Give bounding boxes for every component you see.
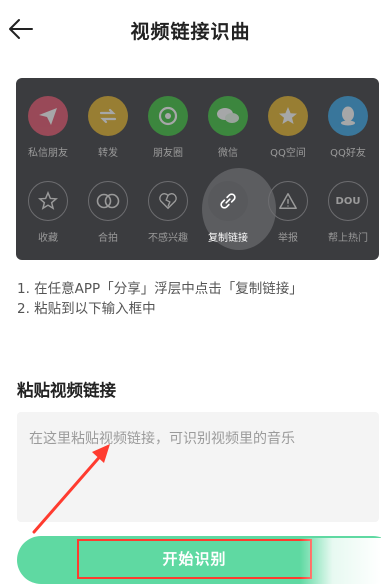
instruction-step-2: 2. 粘贴到以下输入框中: [17, 301, 156, 317]
wechat-icon: [208, 96, 248, 136]
share-panel-demo: 私信朋友 转发 朋友圈 微信 QQ空间 QQ好友 收藏 合拍 不感兴趣 复制链接…: [16, 78, 379, 260]
qq-icon: [328, 96, 368, 136]
duet-icon: [88, 181, 128, 221]
share-label: 私信朋友: [28, 148, 68, 159]
repost-icon: [88, 96, 128, 136]
video-link-input[interactable]: [17, 412, 379, 522]
link-input-label: 粘贴视频链接: [17, 381, 116, 400]
share-label: 收藏: [38, 233, 58, 244]
link-icon: [208, 181, 248, 221]
share-qzone: QQ空间: [258, 96, 318, 159]
instruction-step-1: 1. 在任意APP「分享」浮层中点击「复制链接」: [17, 281, 303, 297]
share-favorite: 收藏: [18, 181, 78, 244]
share-moments: 朋友圈: [138, 96, 198, 159]
share-repost: 转发: [78, 96, 138, 159]
share-label: 复制链接: [208, 233, 248, 244]
edge-fade: [300, 538, 381, 584]
broken-heart-icon: [148, 181, 188, 221]
share-label: 帮上热门: [328, 233, 368, 244]
start-recognition-label: 开始识别: [162, 550, 227, 568]
share-private-message: 私信朋友: [18, 96, 78, 159]
share-boost: DOU 帮上热门: [318, 181, 378, 244]
share-wechat: 微信: [198, 96, 258, 159]
page-title: 视频链接识曲: [130, 21, 251, 43]
qzone-star-icon: [268, 96, 308, 136]
share-copy-link: 复制链接: [198, 181, 258, 244]
share-label: 举报: [278, 233, 298, 244]
share-qq: QQ好友: [318, 96, 378, 159]
warning-icon: [268, 181, 308, 221]
share-label: QQ好友: [330, 148, 366, 159]
share-label: 朋友圈: [153, 148, 183, 159]
dou-icon: DOU: [328, 181, 368, 221]
star-icon: [28, 181, 68, 221]
share-report: 举报: [258, 181, 318, 244]
dou-text: DOU: [335, 195, 361, 207]
share-label: 不感兴趣: [148, 233, 188, 244]
share-label: 合拍: [98, 233, 118, 244]
share-label: 转发: [98, 148, 118, 159]
share-duet: 合拍: [78, 181, 138, 244]
share-label: QQ空间: [270, 148, 306, 159]
share-not-interested: 不感兴趣: [138, 181, 198, 244]
camera-lens-icon: [148, 96, 188, 136]
share-label: 微信: [218, 148, 238, 159]
instructions: 1. 在任意APP「分享」浮层中点击「复制链接」 2. 粘贴到以下输入框中: [17, 279, 303, 319]
paper-plane-icon: [28, 96, 68, 136]
top-bar: 视频链接识曲: [0, 0, 381, 62]
